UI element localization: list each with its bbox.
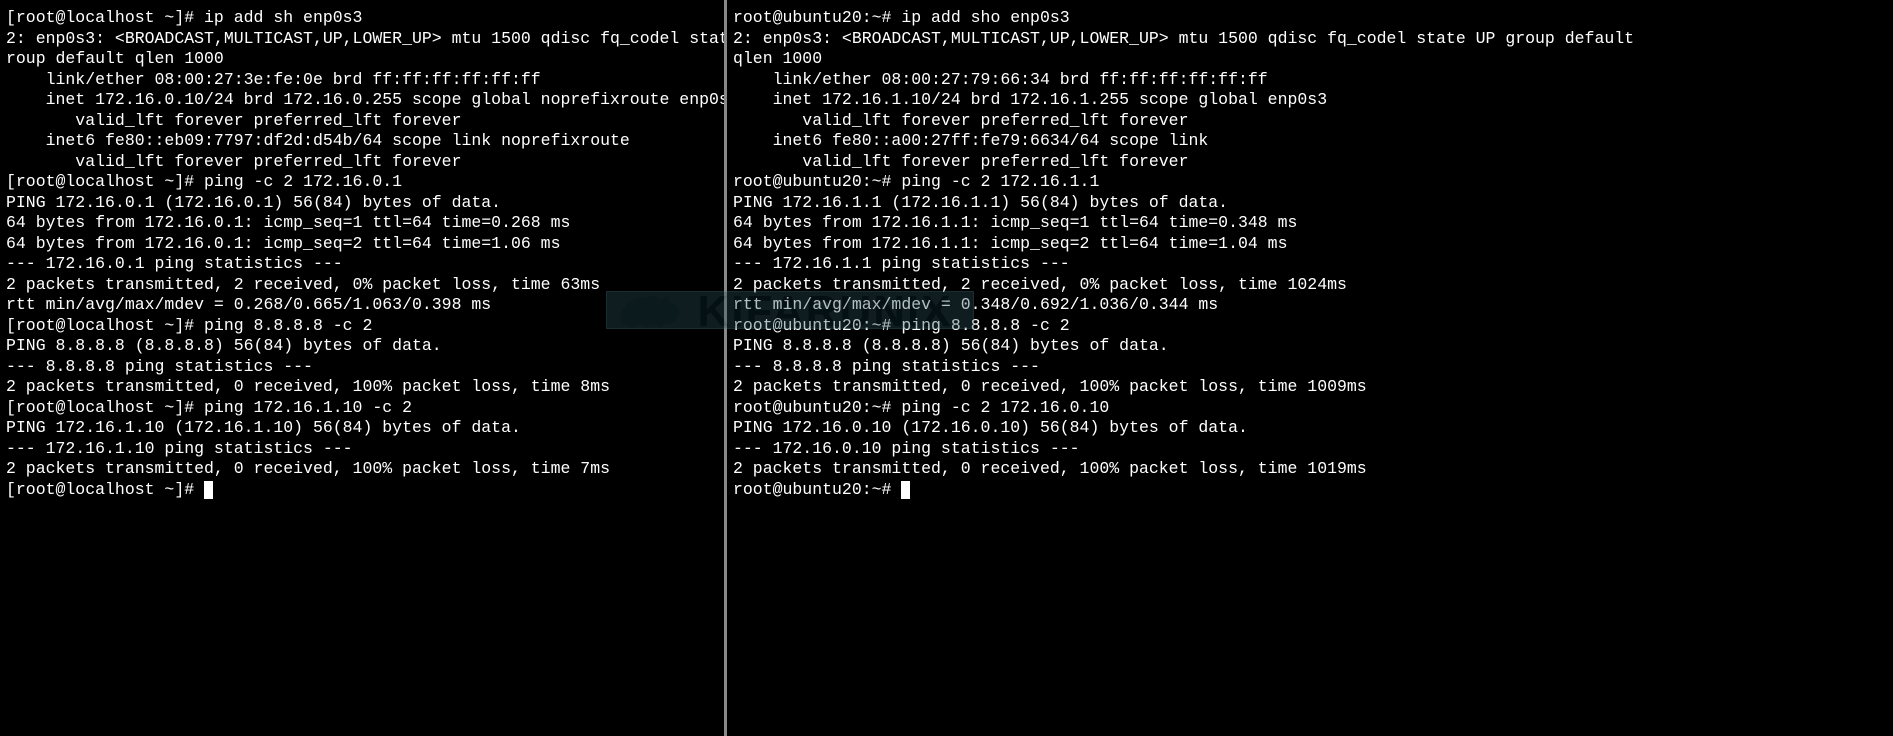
terminal-line: inet6 fe80::a00:27ff:fe79:6634/64 scope … [733, 131, 1887, 152]
terminal-line: PING 8.8.8.8 (8.8.8.8) 56(84) bytes of d… [733, 336, 1887, 357]
terminal-line: valid_lft forever preferred_lft forever [6, 152, 718, 173]
terminal-line: PING 172.16.0.1 (172.16.0.1) 56(84) byte… [6, 193, 718, 214]
terminal-line: [root@localhost ~]# [6, 480, 718, 501]
terminal-line: 64 bytes from 172.16.1.1: icmp_seq=2 ttl… [733, 234, 1887, 255]
terminal-right-pane[interactable]: root@ubuntu20:~# ip add sho enp0s32: enp… [727, 0, 1893, 736]
terminal-line: valid_lft forever preferred_lft forever [733, 111, 1887, 132]
terminal-line: root@ubuntu20:~# ping -c 2 172.16.1.1 [733, 172, 1887, 193]
terminal-line: valid_lft forever preferred_lft forever [6, 111, 718, 132]
terminal-line: link/ether 08:00:27:3e:fe:0e brd ff:ff:f… [6, 70, 718, 91]
terminal-line: 2 packets transmitted, 2 received, 0% pa… [733, 275, 1887, 296]
terminal-line: PING 172.16.0.10 (172.16.0.10) 56(84) by… [733, 418, 1887, 439]
terminal-line: valid_lft forever preferred_lft forever [733, 152, 1887, 173]
terminal-left-pane[interactable]: [root@localhost ~]# ip add sh enp0s32: e… [0, 0, 727, 736]
terminal-line: 64 bytes from 172.16.1.1: icmp_seq=1 ttl… [733, 213, 1887, 234]
terminal-line: PING 172.16.1.1 (172.16.1.1) 56(84) byte… [733, 193, 1887, 214]
terminal-line: --- 172.16.0.10 ping statistics --- [733, 439, 1887, 460]
terminal-line: roup default qlen 1000 [6, 49, 718, 70]
terminal-line: [root@localhost ~]# ping -c 2 172.16.0.1 [6, 172, 718, 193]
terminal-line: [root@localhost ~]# ping 172.16.1.10 -c … [6, 398, 718, 419]
terminal-line: [root@localhost ~]# ping 8.8.8.8 -c 2 [6, 316, 718, 337]
terminal-line: [root@localhost ~]# ip add sh enp0s3 [6, 8, 718, 29]
terminal-line: inet 172.16.0.10/24 brd 172.16.0.255 sco… [6, 90, 718, 111]
terminal-line: 2 packets transmitted, 0 received, 100% … [733, 459, 1887, 480]
terminal-line: root@ubuntu20:~# ip add sho enp0s3 [733, 8, 1887, 29]
terminal-line: inet6 fe80::eb09:7797:df2d:d54b/64 scope… [6, 131, 718, 152]
terminal-line: 2: enp0s3: <BROADCAST,MULTICAST,UP,LOWER… [733, 29, 1887, 50]
terminal-line: inet 172.16.1.10/24 brd 172.16.1.255 sco… [733, 90, 1887, 111]
terminal-line: 2 packets transmitted, 0 received, 100% … [733, 377, 1887, 398]
terminal-line: --- 8.8.8.8 ping statistics --- [6, 357, 718, 378]
terminal-line: PING 8.8.8.8 (8.8.8.8) 56(84) bytes of d… [6, 336, 718, 357]
terminal-line: 2: enp0s3: <BROADCAST,MULTICAST,UP,LOWER… [6, 29, 718, 50]
terminal-line: root@ubuntu20:~# [733, 480, 1887, 501]
terminal-line: rtt min/avg/max/mdev = 0.348/0.692/1.036… [733, 295, 1887, 316]
terminal-line: 2 packets transmitted, 0 received, 100% … [6, 377, 718, 398]
cursor-icon [204, 481, 213, 499]
terminal-line: --- 8.8.8.8 ping statistics --- [733, 357, 1887, 378]
terminal-line: PING 172.16.1.10 (172.16.1.10) 56(84) by… [6, 418, 718, 439]
terminal-line: rtt min/avg/max/mdev = 0.268/0.665/1.063… [6, 295, 718, 316]
cursor-icon [901, 481, 910, 499]
terminal-line: --- 172.16.1.10 ping statistics --- [6, 439, 718, 460]
terminal-line: 64 bytes from 172.16.0.1: icmp_seq=1 ttl… [6, 213, 718, 234]
terminal-line: qlen 1000 [733, 49, 1887, 70]
terminal-line: --- 172.16.1.1 ping statistics --- [733, 254, 1887, 275]
terminal-line: 2 packets transmitted, 2 received, 0% pa… [6, 275, 718, 296]
terminal-line: link/ether 08:00:27:79:66:34 brd ff:ff:f… [733, 70, 1887, 91]
terminal-line: root@ubuntu20:~# ping 8.8.8.8 -c 2 [733, 316, 1887, 337]
terminal-line: 2 packets transmitted, 0 received, 100% … [6, 459, 718, 480]
terminal-line: 64 bytes from 172.16.0.1: icmp_seq=2 ttl… [6, 234, 718, 255]
terminal-line: root@ubuntu20:~# ping -c 2 172.16.0.10 [733, 398, 1887, 419]
terminal-line: --- 172.16.0.1 ping statistics --- [6, 254, 718, 275]
